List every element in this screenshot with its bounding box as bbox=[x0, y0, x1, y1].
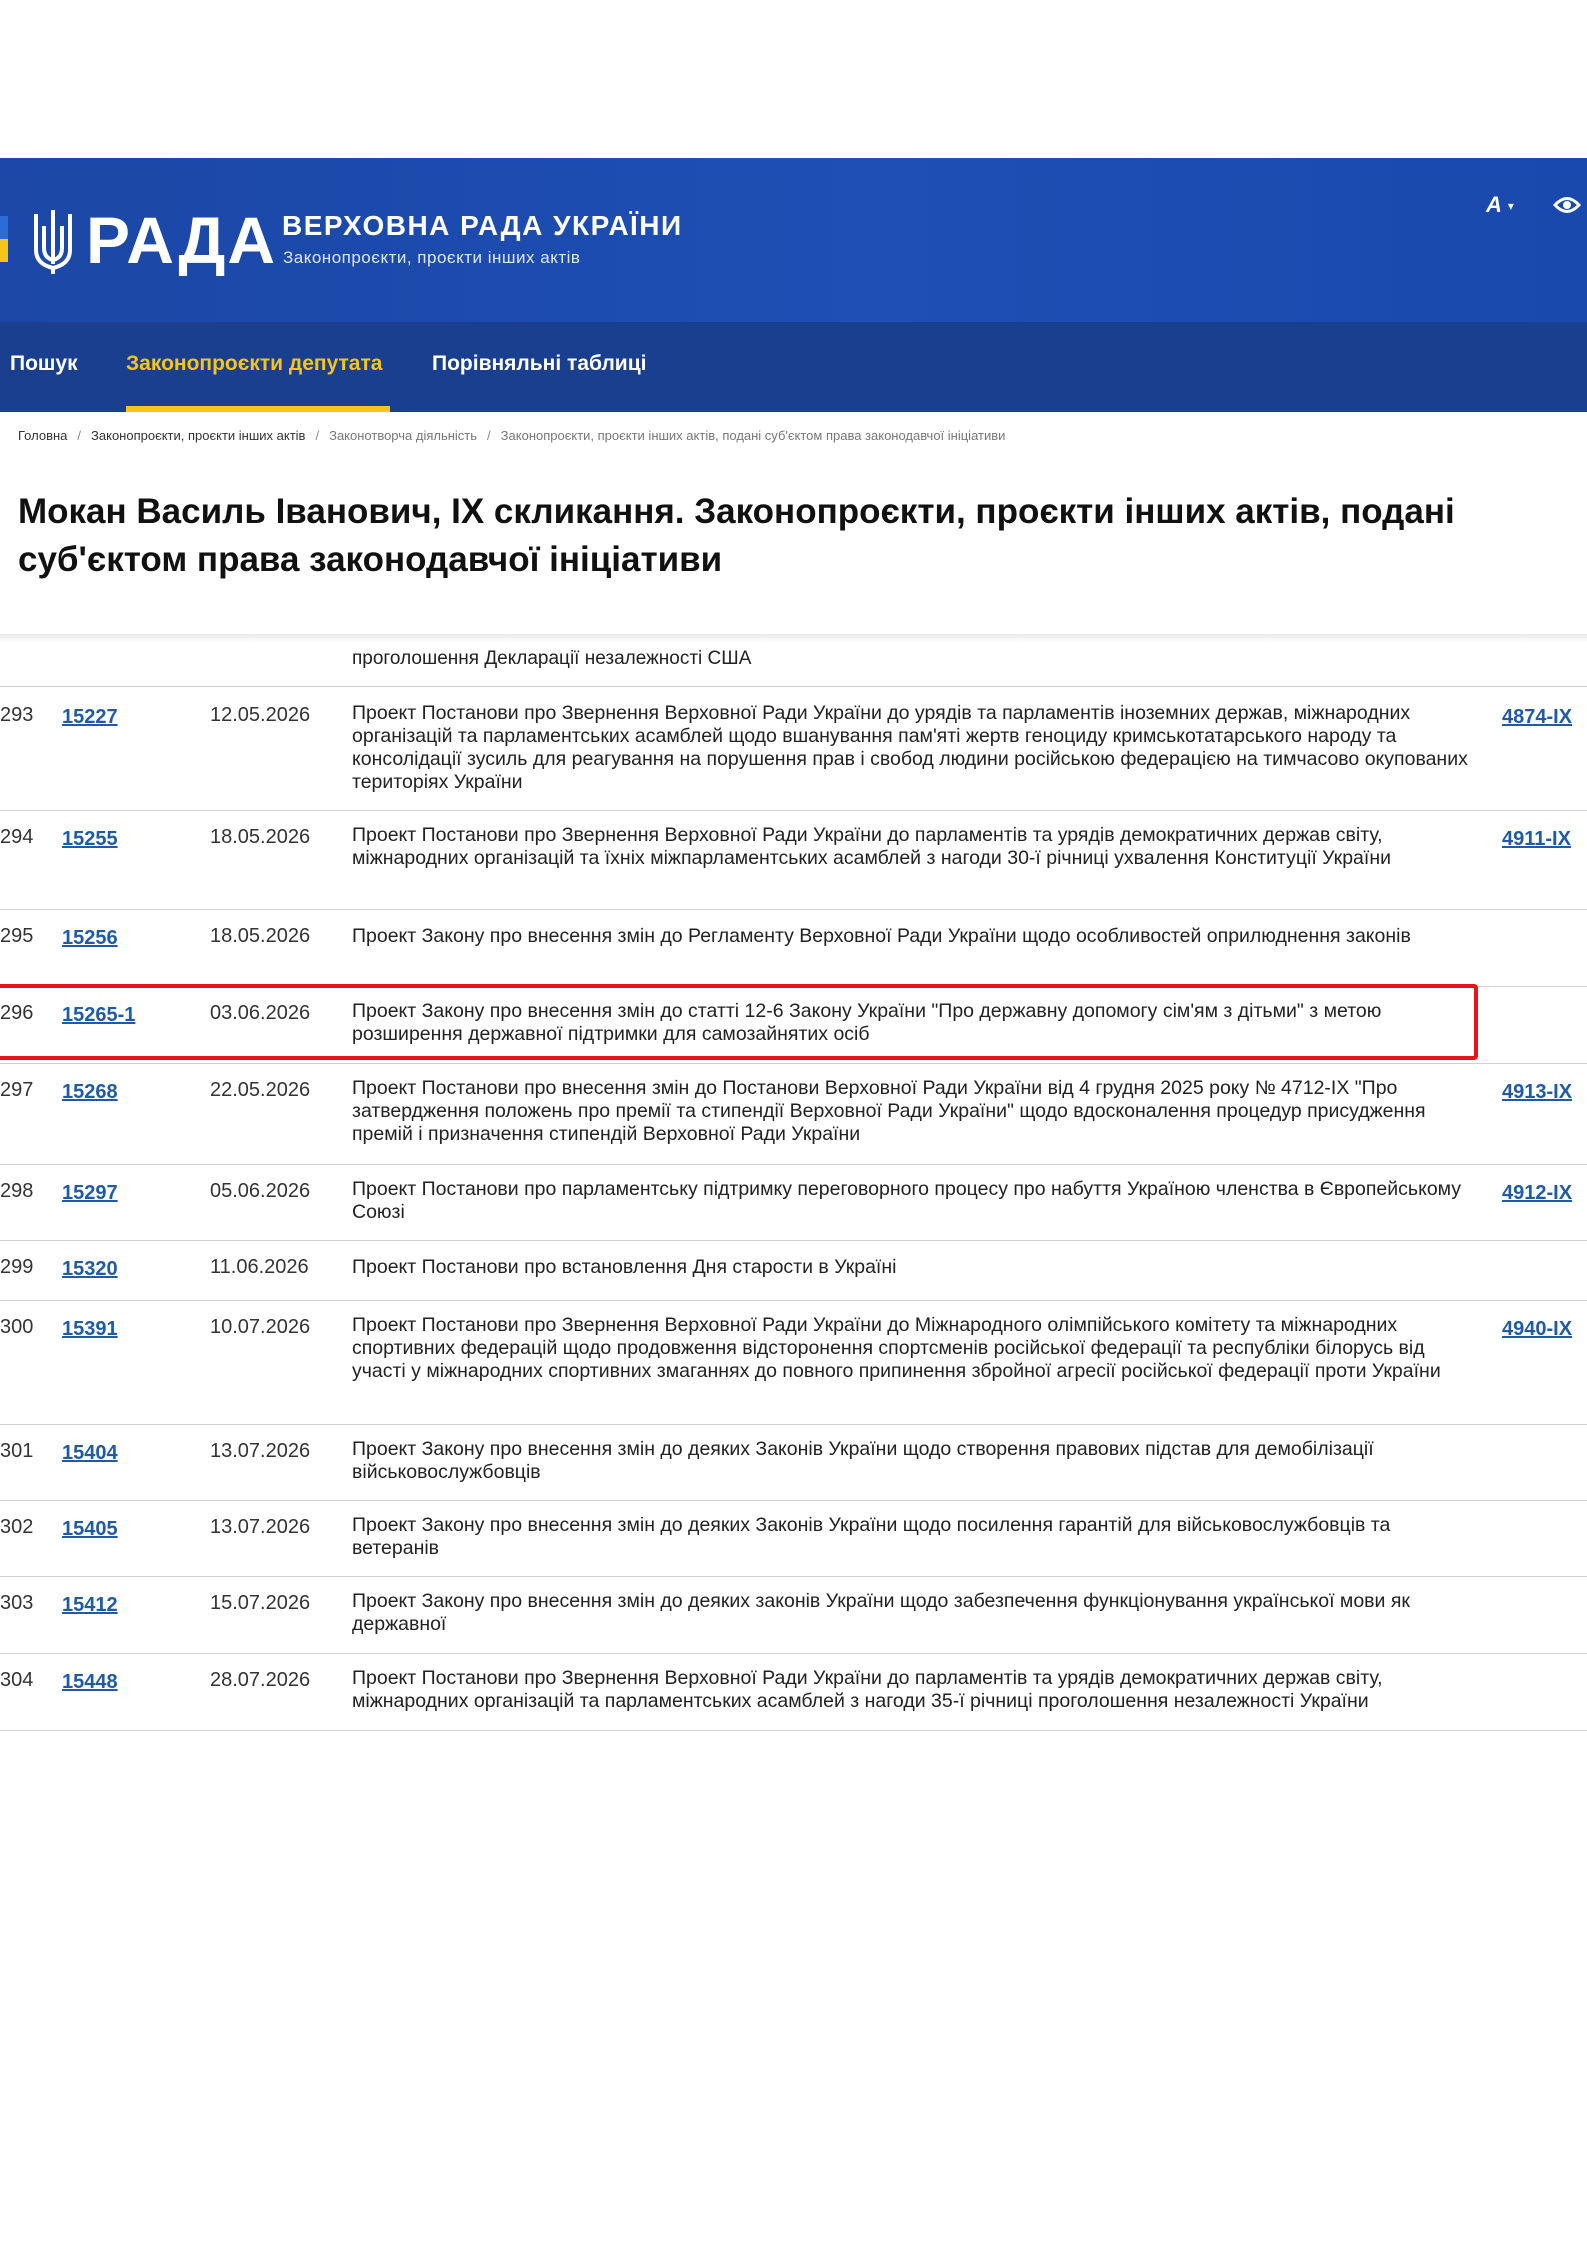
bill-title: Проект Закону про внесення змін до деяки… bbox=[352, 1590, 1410, 1635]
breadcrumb-lawmaking[interactable]: Законотворча діяльність bbox=[329, 428, 477, 443]
bill-number-link[interactable]: 15405 bbox=[62, 1518, 118, 1541]
act-number-link[interactable]: 4911-IX bbox=[1502, 828, 1571, 851]
bill-date: 10.07.2026 bbox=[210, 1316, 311, 1338]
page-title: Мокан Василь Іванович, IX скликання. Зак… bbox=[18, 492, 1455, 579]
row-number: 303 bbox=[0, 1592, 34, 1614]
table-row: 304 15448 28.07.2026 Проект Постанови пр… bbox=[0, 1653, 1587, 1731]
breadcrumb-bills[interactable]: Законопроєкти, проєкти інших актів bbox=[91, 428, 305, 443]
site-title[interactable]: ВЕРХОВНА РАДА УКРАЇНИ bbox=[282, 210, 683, 242]
table-row: 295 15256 18.05.2026 Проект Закону про в… bbox=[0, 909, 1587, 987]
act-number-link[interactable]: 4912-IX bbox=[1502, 1182, 1572, 1205]
bill-number-link[interactable]: 15412 bbox=[62, 1594, 118, 1617]
table-row: 294 15255 18.05.2026 Проект Постанови пр… bbox=[0, 810, 1587, 910]
bill-number-link[interactable]: 15297 bbox=[62, 1182, 118, 1205]
bill-date: 13.07.2026 bbox=[210, 1516, 311, 1538]
site-header: РАДА ВЕРХОВНА РАДА УКРАЇНИ Законопроєкти… bbox=[0, 158, 1587, 322]
bill-title: Проект Постанови про Звернення Верховної… bbox=[352, 824, 1391, 869]
table-row: 299 15320 11.06.2026 Проект Постанови пр… bbox=[0, 1240, 1587, 1301]
bill-date: 28.07.2026 bbox=[210, 1669, 311, 1691]
bill-number-link[interactable]: 15268 bbox=[62, 1081, 118, 1104]
bill-date: 18.05.2026 bbox=[210, 826, 311, 848]
nav-item-deputy-bills[interactable]: Законопроєкти депутата bbox=[126, 352, 382, 376]
bill-date: 18.05.2026 bbox=[210, 925, 311, 947]
bill-title: Проект Закону про внесення змін до Регла… bbox=[352, 925, 1411, 947]
flag-strip bbox=[0, 216, 8, 262]
row-number: 293 bbox=[0, 704, 34, 726]
bill-date: 12.05.2026 bbox=[210, 704, 311, 726]
bill-title: Проект Постанови про внесення змін до По… bbox=[352, 1077, 1426, 1145]
row-number: 298 bbox=[0, 1180, 34, 1202]
row-number: 301 bbox=[0, 1440, 34, 1462]
font-size-label: A bbox=[1486, 192, 1502, 217]
eye-icon[interactable] bbox=[1553, 194, 1581, 216]
table-row: 298 15297 05.06.2026 Проект Постанови пр… bbox=[0, 1164, 1587, 1241]
act-number-link[interactable]: 4874-IX bbox=[1502, 706, 1572, 729]
row-number: 295 bbox=[0, 925, 34, 947]
bill-date: 05.06.2026 bbox=[210, 1180, 311, 1202]
highlight-box bbox=[0, 984, 1478, 1060]
main-nav: Пошук Законопроєкти депутата Порівняльні… bbox=[0, 322, 1587, 412]
bill-title: Проект Постанови про встановлення Дня ст… bbox=[352, 1256, 897, 1278]
bill-title: Проект Постанови про Звернення Верховної… bbox=[352, 702, 1468, 793]
bill-number-link[interactable]: 15448 bbox=[62, 1671, 118, 1694]
act-number-link[interactable]: 4940-IX bbox=[1502, 1318, 1572, 1341]
row-number: 300 bbox=[0, 1316, 34, 1338]
nav-item-comparison-tables[interactable]: Порівняльні таблиці bbox=[432, 352, 646, 376]
row-number: 294 bbox=[0, 826, 34, 848]
bill-number-link[interactable]: 15255 bbox=[62, 828, 118, 851]
bill-number-link[interactable]: 15404 bbox=[62, 1442, 118, 1465]
nav-item-search[interactable]: Пошук bbox=[10, 352, 78, 376]
trident-logo-icon bbox=[34, 210, 72, 274]
row-number: 302 bbox=[0, 1516, 34, 1538]
table-cut-row-text: проголошення Декларації незалежності США bbox=[352, 648, 752, 669]
site-subtitle: Законопроєкти, проєкти інших актів bbox=[283, 248, 581, 267]
table-row: 301 15404 13.07.2026 Проект Закону про в… bbox=[0, 1424, 1587, 1501]
bill-title: Проект Постанови про Звернення Верховної… bbox=[352, 1314, 1441, 1382]
act-number-link[interactable]: 4913-IX bbox=[1502, 1081, 1572, 1104]
bill-title: Проект Постанови про парламентську підтр… bbox=[352, 1178, 1462, 1223]
font-size-button[interactable]: A ▾ bbox=[1486, 192, 1514, 218]
bill-date: 15.07.2026 bbox=[210, 1592, 311, 1614]
table-row: 303 15412 15.07.2026 Проект Закону про в… bbox=[0, 1576, 1587, 1654]
table-row: 293 15227 12.05.2026 Проект Постанови пр… bbox=[0, 686, 1587, 811]
bill-number-link[interactable]: 15320 bbox=[62, 1258, 118, 1281]
bill-date: 22.05.2026 bbox=[210, 1079, 311, 1101]
table-row: 297 15268 22.05.2026 Проект Постанови пр… bbox=[0, 1063, 1587, 1165]
breadcrumb-current: Законопроєкти, проєкти інших актів, пода… bbox=[500, 428, 1006, 443]
active-tab-indicator bbox=[126, 406, 390, 412]
bill-date: 11.06.2026 bbox=[210, 1256, 309, 1278]
bill-number-link[interactable]: 15391 bbox=[62, 1318, 118, 1341]
row-number: 297 bbox=[0, 1079, 34, 1101]
breadcrumb-home[interactable]: Головна bbox=[18, 428, 67, 443]
breadcrumb: Головна / Законопроєкти, проєкти інших акт… bbox=[18, 428, 1006, 443]
bill-date: 13.07.2026 bbox=[210, 1440, 311, 1462]
bill-title: Проект Закону про внесення змін до деяки… bbox=[352, 1438, 1374, 1483]
table-scroll-shadow bbox=[0, 634, 1587, 642]
logo-wordmark[interactable]: РАДА bbox=[86, 204, 277, 276]
table-row: 300 15391 10.07.2026 Проект Постанови пр… bbox=[0, 1300, 1587, 1425]
bill-title: Проект Закону про внесення змін до деяки… bbox=[352, 1514, 1391, 1559]
bill-title: Проект Постанови про Звернення Верховної… bbox=[352, 1667, 1383, 1712]
row-number: 304 bbox=[0, 1669, 34, 1691]
bill-number-link[interactable]: 15256 bbox=[62, 927, 118, 950]
row-number: 299 bbox=[0, 1256, 34, 1278]
chevron-down-icon: ▾ bbox=[1507, 199, 1514, 214]
table-row: 302 15405 13.07.2026 Проект Закону про в… bbox=[0, 1500, 1587, 1577]
bill-number-link[interactable]: 15227 bbox=[62, 706, 118, 729]
